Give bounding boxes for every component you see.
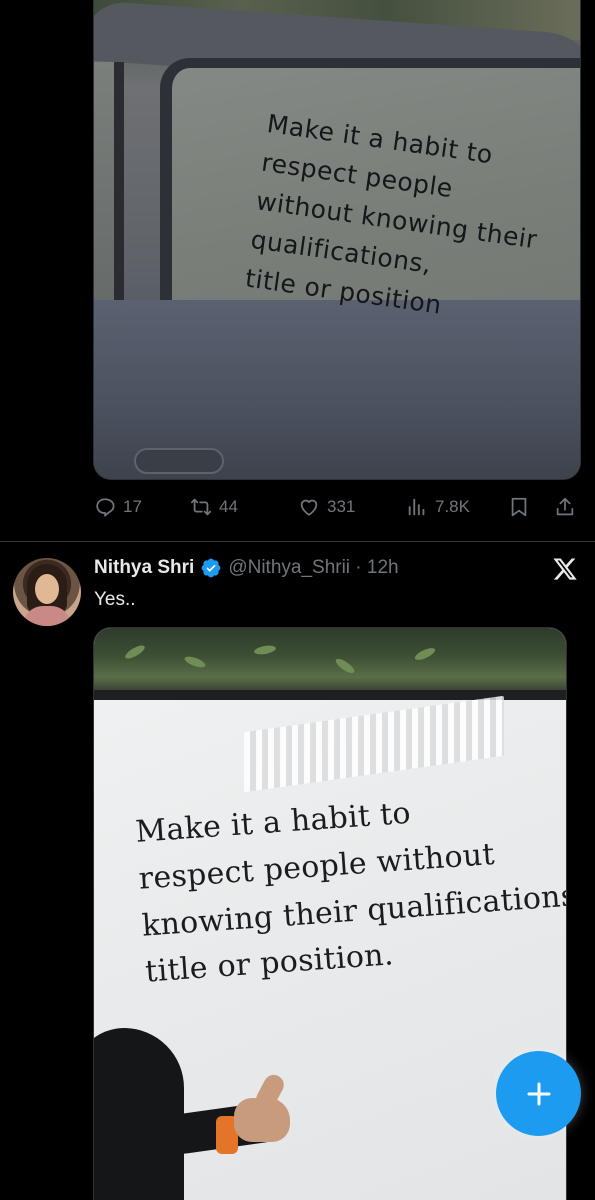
like-button[interactable]: 331 — [298, 496, 355, 518]
bookmark-icon — [511, 497, 527, 517]
compose-button[interactable] — [496, 1051, 581, 1136]
reply-button[interactable]: 17 — [94, 496, 142, 518]
views-button[interactable]: 7.8K — [406, 496, 470, 518]
like-count: 331 — [327, 497, 356, 516]
share-icon — [556, 497, 574, 516]
views-count: 7.8K — [435, 497, 470, 516]
tweet-text: Yes.. — [94, 589, 136, 610]
heart-icon — [300, 499, 318, 516]
avatar[interactable] — [13, 558, 81, 626]
plus-icon — [527, 1082, 550, 1105]
car-door-handle — [134, 448, 224, 474]
tweet-media-car-window[interactable]: Make it a habit to respect people withou… — [93, 0, 581, 480]
share-button[interactable] — [554, 496, 576, 518]
author-name[interactable]: Nithya Shri — [94, 557, 194, 579]
bookmark-button[interactable] — [508, 496, 530, 518]
person-shoulder — [94, 1028, 184, 1200]
reply-count: 17 — [123, 497, 142, 516]
car-rear-window — [94, 62, 124, 302]
retweet-count: 44 — [219, 497, 238, 516]
verified-badge-icon — [201, 558, 221, 578]
tweet-divider — [0, 541, 595, 542]
author-handle-time[interactable]: @Nithya_Shrii · 12h — [228, 557, 398, 579]
retweet-icon — [190, 498, 212, 516]
x-logo-icon[interactable] — [552, 556, 578, 582]
reply-icon — [96, 498, 115, 517]
tweet-action-bar: 17 44 331 7.8K — [94, 492, 584, 522]
tweet-author-row: Nithya Shri @Nithya_Shrii · 12h — [94, 557, 399, 579]
retweet-button[interactable]: 44 — [190, 496, 238, 518]
tweet-media-whiteboard[interactable]: Make it a habit to respect people withou… — [93, 627, 567, 1200]
whiteboard-writing: Make it a habit to respect people withou… — [134, 779, 566, 996]
views-icon — [408, 498, 425, 516]
ceiling-light-reflection — [244, 695, 504, 793]
background-plants — [94, 628, 566, 698]
